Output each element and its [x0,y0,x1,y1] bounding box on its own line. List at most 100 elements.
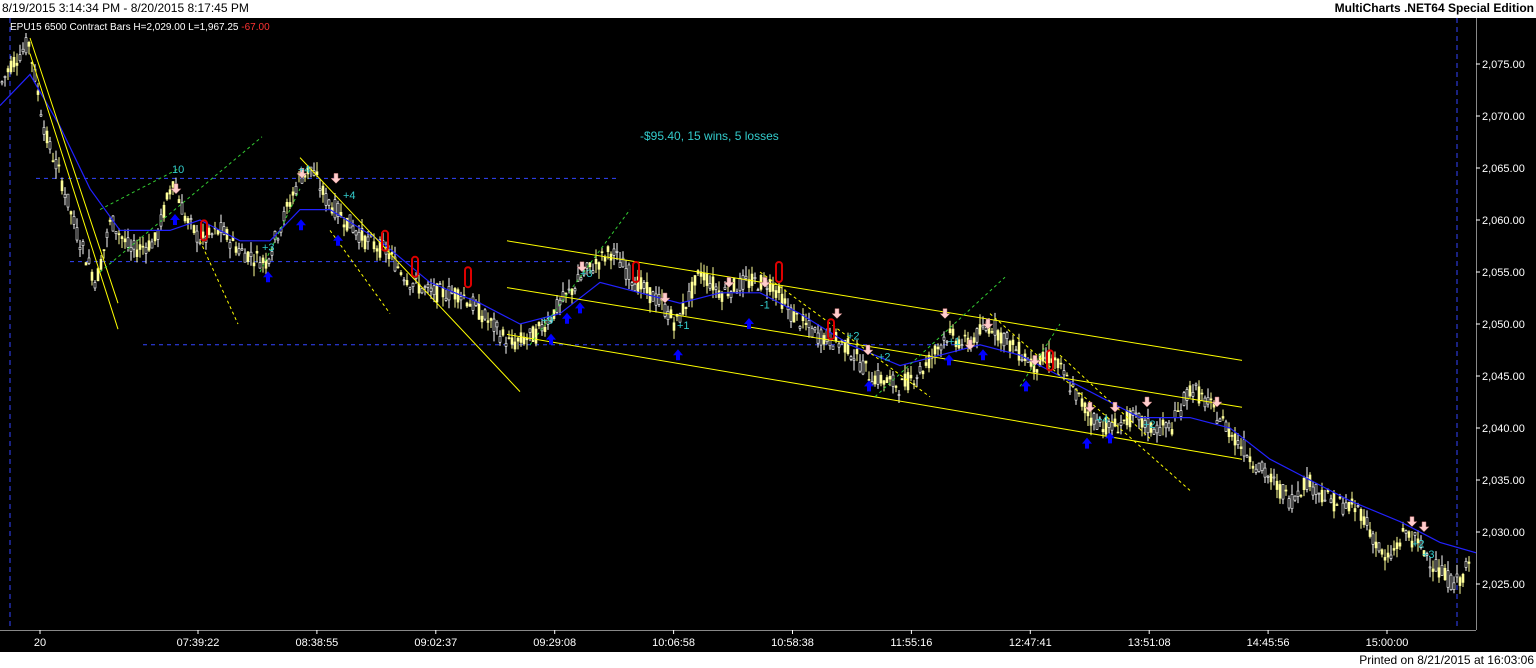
candle-body [1248,456,1252,463]
candle-body [285,201,289,207]
candle-body [717,290,721,298]
candle-body [1449,574,1453,590]
candle-body [921,370,925,375]
candle-body [1362,516,1366,525]
candle-body [489,318,493,321]
candle-body [687,290,691,302]
candle-body [1056,358,1060,369]
candle-body [1005,332,1009,339]
candle-body [750,273,754,286]
candle-body [819,329,823,346]
exit-arrow-icon [1406,516,1418,527]
exit-arrow-icon [1418,521,1430,533]
candle-body [690,281,694,299]
y-tick-label: 2,035.00 [1482,475,1525,487]
candle-body [1323,499,1327,502]
candle-body [948,328,952,334]
x-tick-label: 20 [34,637,46,649]
candle-body [24,37,28,54]
candle-body [654,293,658,306]
candle-body [1068,390,1072,393]
trend-channel-line [29,37,119,304]
exit-arrow-icon [1141,396,1153,408]
time-axis-svg: 20 07:39:22 08:38:55 09:02:37 09:29:08 10:06:… [0,630,1476,649]
candle-body [1458,577,1462,586]
candle-body [1251,465,1255,469]
candle-body [1296,490,1300,497]
candle-body [897,394,901,396]
candle-body [441,287,445,298]
x-tick-label: 10:06:58 [652,637,695,649]
x-tick-label: 15:00:00 [1366,637,1409,649]
candle-body [318,188,322,191]
candle-body [294,185,298,194]
candle-body [888,376,892,380]
candle-body [714,286,718,290]
y-tick-label: 2,075.00 [1482,59,1525,71]
candle-body [102,249,106,252]
candle-body [135,249,139,257]
y-tick-label: 2,025.00 [1482,579,1525,591]
candle-body [459,296,463,301]
entry-arrow-icon [673,349,683,361]
exit-arrow-icon [330,173,342,184]
candle-body [996,330,1000,341]
trade-label: +3 [1422,549,1435,561]
candle-body [1461,573,1465,583]
candle-body [1080,398,1084,407]
candle-body [927,354,931,369]
candle-body [702,272,706,281]
price-axis-svg: 2,025.00 2,030.00 2,035.00 2,040.00 2,045.00… [1476,18,1525,630]
candle-body [495,321,499,328]
price-chart[interactable]: 10+3+4+4+9+3+1-1+2+2+1+4 +2+2+3EPU15 6500… [0,18,1477,630]
price-axis[interactable]: 2,025.00 2,030.00 2,035.00 2,040.00 2,045.00… [1476,18,1536,630]
candle-body [1188,385,1192,397]
candle-body [633,283,637,291]
candle-body [210,233,214,236]
time-axis[interactable]: 20 07:39:22 08:38:55 09:02:37 09:29:08 10:06:… [0,630,1536,652]
candle-body [111,215,115,232]
candle-body [1119,422,1123,426]
candle-body [612,248,616,256]
candle-body [282,211,286,222]
candle-body [468,303,472,307]
candle-body [75,227,79,241]
candle-body [1176,410,1180,412]
trade-label: +2 [847,331,860,343]
candle-body [411,282,415,287]
candle-body [72,216,76,225]
candle-body [1464,561,1468,568]
entry-arrow-icon [1082,437,1092,449]
candle-body [1332,492,1336,512]
candle-body [876,370,880,385]
candle-body [0,81,4,84]
candle-body [924,362,928,366]
exit-arrow-icon [1109,401,1121,413]
candle-body [228,242,232,249]
candle-body [1428,566,1432,569]
candle-body [1215,420,1219,424]
x-tick-label: 08:38:55 [295,637,338,649]
chart-plot-area[interactable]: 10 +3 +4 +4 +9 +3 +1 -1 +2 +2 +1 +4 +2 +2 +3 EPU15 6500… [0,18,1477,630]
candle-body [396,266,400,269]
candle-body [684,306,688,310]
candle-body [207,227,211,235]
candle-body [1002,333,1006,347]
candle-body [129,247,133,252]
candle-body [1374,541,1378,549]
date-range-title: 8/19/2015 3:14:34 PM - 8/20/2015 8:17:45… [2,1,249,15]
candle-body [594,258,598,265]
candle-body [1167,422,1171,429]
x-tick-label: 11:55:16 [890,637,932,649]
candle-body [981,325,985,328]
candle-body [1371,533,1375,545]
candle-body [627,264,631,280]
candle-body [96,268,100,282]
candle-body [666,311,670,320]
candle-body [783,298,787,304]
candle-body [240,248,244,251]
candle-body [405,280,409,286]
candle-body [1035,369,1039,373]
candle-body [141,245,145,248]
candle-body [78,246,82,251]
